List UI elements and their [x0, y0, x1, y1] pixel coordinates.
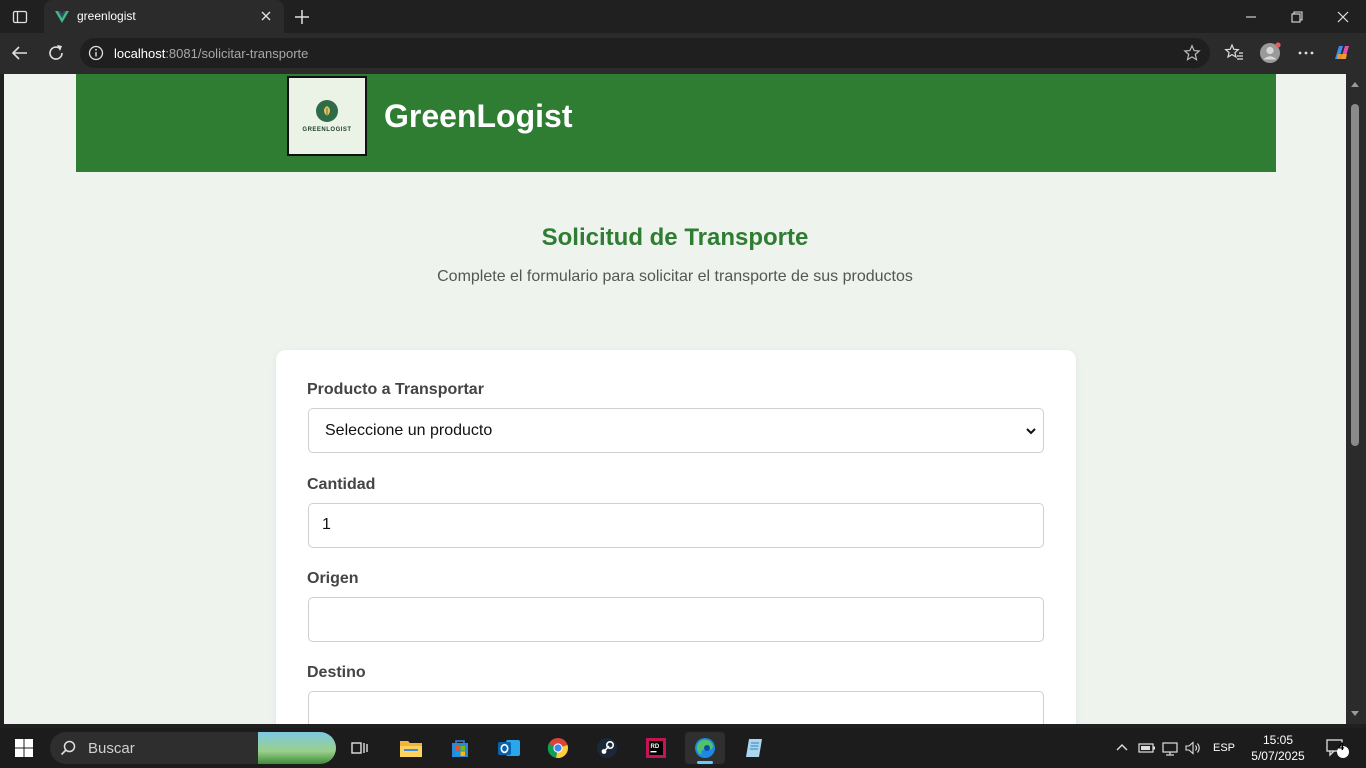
- edge-icon[interactable]: [685, 732, 725, 764]
- page-title: Solicitud de Transporte: [541, 224, 809, 251]
- search-icon: [60, 740, 76, 756]
- origin-input[interactable]: [308, 597, 1044, 642]
- battery-icon[interactable]: [1137, 728, 1157, 768]
- brand-name[interactable]: GreenLogist: [384, 98, 572, 135]
- windows-taskbar: Buscar RD ESP 15:05 5/07/2025 4: [0, 728, 1366, 768]
- browser-tab[interactable]: greenlogist: [44, 0, 284, 33]
- minimize-icon[interactable]: [1228, 0, 1274, 33]
- transport-request-form: Producto a Transportar Seleccione un pro…: [276, 350, 1076, 724]
- product-select[interactable]: Seleccione un producto: [308, 408, 1044, 453]
- tab-actions-icon[interactable]: [8, 6, 32, 28]
- favorite-star-icon[interactable]: [1183, 44, 1201, 62]
- reload-icon[interactable]: [45, 42, 67, 64]
- chevron-down-icon: [1025, 423, 1037, 439]
- vue-favicon-icon: [54, 9, 70, 25]
- close-window-icon[interactable]: [1320, 0, 1366, 33]
- logo-text: GREENLOGIST: [302, 126, 352, 133]
- site-header: GREENLOGIST GreenLogist: [76, 74, 1276, 172]
- chrome-icon[interactable]: [538, 732, 578, 764]
- back-arrow-icon[interactable]: [9, 42, 31, 64]
- quantity-value: 1: [322, 516, 331, 533]
- clock-time: 15:05: [1262, 733, 1294, 747]
- clock-date: 5/07/2025: [1251, 749, 1305, 763]
- page-scrollbar[interactable]: [1346, 74, 1366, 724]
- scroll-down-arrow-icon[interactable]: [1351, 711, 1359, 716]
- product-label: Producto a Transportar: [307, 381, 484, 398]
- copilot-icon[interactable]: [1331, 42, 1353, 64]
- microsoft-store-icon[interactable]: [440, 732, 480, 764]
- task-view-icon[interactable]: [340, 732, 380, 764]
- taskbar-search[interactable]: Buscar: [50, 732, 336, 764]
- page-viewport: GREENLOGIST GreenLogist Solicitud de Tra…: [4, 74, 1346, 724]
- outlook-icon[interactable]: [489, 732, 529, 764]
- leaf-logo-icon: [316, 99, 338, 122]
- more-options-icon[interactable]: [1295, 42, 1317, 64]
- product-selected-value: Seleccione un producto: [325, 422, 493, 439]
- tab-title: greenlogist: [77, 9, 136, 23]
- file-explorer-icon[interactable]: [391, 732, 431, 764]
- destination-label: Destino: [307, 664, 366, 681]
- destination-input[interactable]: [308, 691, 1044, 724]
- restore-icon[interactable]: [1274, 0, 1320, 33]
- search-highlight-image: [258, 732, 336, 764]
- page-subtitle: Complete el formulario para solicitar el…: [437, 268, 913, 285]
- show-hidden-icons-chevron-up-icon[interactable]: [1112, 728, 1132, 768]
- scrollbar-thumb[interactable]: [1351, 104, 1359, 446]
- url-path: :8081/solicitar-transporte: [165, 46, 309, 61]
- steam-icon[interactable]: [587, 732, 627, 764]
- url-text: localhost:8081/solicitar-transporte: [114, 46, 308, 61]
- new-tab-icon[interactable]: [291, 6, 313, 28]
- close-tab-icon[interactable]: [258, 8, 274, 24]
- input-language[interactable]: ESP: [1208, 728, 1240, 768]
- volume-icon[interactable]: [1183, 728, 1203, 768]
- url-host: localhost: [114, 46, 166, 61]
- browser-tab-bar: greenlogist: [0, 0, 1366, 33]
- svg-text:RD: RD: [651, 744, 660, 750]
- search-placeholder: Buscar: [88, 740, 135, 757]
- rider-ide-icon[interactable]: RD: [636, 732, 676, 764]
- quantity-input[interactable]: 1: [308, 503, 1044, 548]
- network-icon[interactable]: [1160, 728, 1180, 768]
- system-clock[interactable]: 15:05 5/07/2025: [1246, 732, 1310, 764]
- notifications-bell-icon[interactable]: 4: [1320, 728, 1354, 768]
- favorites-icon[interactable]: [1223, 42, 1245, 64]
- quantity-label: Cantidad: [307, 476, 376, 493]
- scroll-up-arrow-icon[interactable]: [1351, 82, 1359, 87]
- site-info-icon[interactable]: [88, 45, 104, 61]
- start-windows-icon[interactable]: [4, 732, 44, 764]
- site-logo[interactable]: GREENLOGIST: [287, 76, 367, 156]
- browser-toolbar: localhost:8081/solicitar-transporte: [0, 33, 1366, 74]
- profile-avatar-icon[interactable]: [1259, 42, 1281, 64]
- address-bar[interactable]: localhost:8081/solicitar-transporte: [80, 38, 1210, 68]
- origin-label: Origen: [307, 570, 359, 587]
- notification-count: 4: [1338, 741, 1345, 753]
- notepad-icon[interactable]: [734, 732, 774, 764]
